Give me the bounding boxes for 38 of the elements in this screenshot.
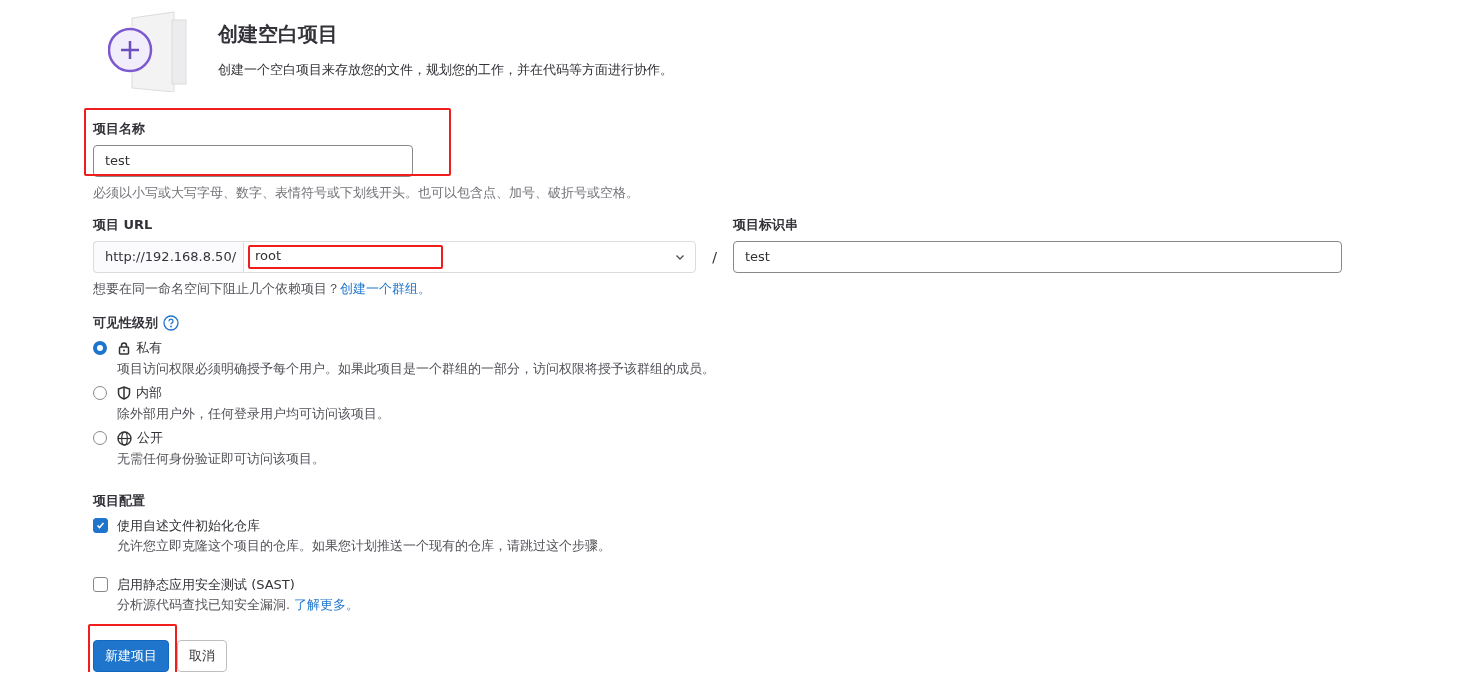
option-description: 分析源代码查找已知安全漏洞. 了解更多。	[117, 596, 360, 615]
globe-icon	[117, 430, 132, 446]
option-description: 项目访问权限必须明确授予每个用户。如果此项目是一个群组的一部分，访问权限将授予该群组的成员。	[117, 359, 716, 378]
option-description: 允许您立即克隆这个项目的仓库。如果您计划推送一个现有的仓库，请跳过这个步骤。	[117, 537, 612, 556]
url-prefix: http://192.168.8.50/	[93, 240, 243, 273]
help-icon[interactable]	[163, 315, 179, 332]
option-label: 公开	[137, 428, 163, 447]
option-label: 内部	[136, 383, 162, 402]
field-hint: 想要在同一命名空间下阻止几个依赖项目？创建一个群组。	[93, 279, 432, 298]
lock-icon	[117, 341, 131, 356]
project-slug-field[interactable]: test	[733, 240, 1342, 273]
cancel-button[interactable]: 取消	[177, 640, 227, 673]
shield-icon	[117, 386, 131, 401]
page-description: 创建一个空白项目来存放您的文件，规划您的工作，并在代码等方面进行协作。	[218, 61, 673, 79]
field-label: 项目名称	[93, 120, 146, 138]
page-title: 创建空白项目	[218, 21, 339, 48]
field-label: 项目标识串	[733, 215, 799, 234]
option-description: 无需任何身份验证即可访问该项目。	[117, 449, 326, 468]
option-label: 私有	[136, 338, 162, 357]
create-project-button[interactable]: 新建项目	[93, 640, 169, 673]
checkbox[interactable]	[93, 577, 108, 593]
check-icon	[96, 521, 105, 531]
section-label: 可见性级别	[93, 313, 158, 332]
option-label: 启用静态应用安全测试 (SAST)	[117, 575, 296, 594]
path-separator: /	[711, 247, 718, 267]
field-label: 项目 URL	[93, 215, 154, 234]
checkbox[interactable]	[93, 518, 108, 534]
create-group-link[interactable]: 创建一个群组。	[340, 280, 431, 296]
section-label: 项目配置	[93, 491, 146, 510]
learn-more-link[interactable]: 了解更多。	[293, 597, 359, 613]
project-name-field[interactable]: test	[93, 144, 413, 177]
namespace-select[interactable]: root	[243, 240, 696, 273]
radio-button[interactable]	[93, 386, 107, 401]
option-description: 除外部用户外，任何登录用户均可访问该项目。	[117, 404, 391, 423]
radio-button[interactable]	[93, 341, 107, 356]
radio-button[interactable]	[93, 431, 107, 446]
field-hint: 必须以小写或大写字母、数字、表情符号或下划线开头。也可以包含点、加号、破折号或空格。	[93, 183, 640, 202]
option-label: 使用自述文件初始化仓库	[117, 516, 261, 535]
